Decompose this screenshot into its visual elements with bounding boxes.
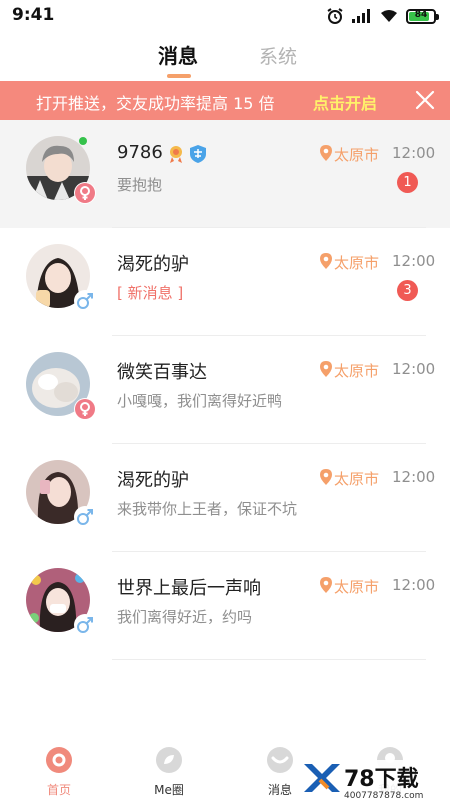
svg-text:78下载: 78下载 xyxy=(344,766,419,792)
push-banner: 打开推送，交友成功率提高 15 倍 点击开启 xyxy=(0,81,450,120)
wifi-icon xyxy=(380,9,398,23)
message-time: 12:00 xyxy=(392,360,436,378)
svg-text:4007787878.com: 4007787878.com xyxy=(344,791,423,800)
nav-home-label: 首页 xyxy=(46,783,71,797)
contact-name: 微笑百事达 xyxy=(117,362,207,383)
message-icon xyxy=(266,746,294,774)
location-pin-icon xyxy=(320,576,332,597)
location-text: 太原市 xyxy=(334,362,380,380)
status-bar: 9:41 84 xyxy=(0,0,450,32)
location-text: 太原市 xyxy=(334,470,380,488)
message-time: 12:00 xyxy=(392,144,436,162)
message-row[interactable]: 9786 要抱抱 太原市 12:00 1 xyxy=(0,120,450,228)
message-row[interactable]: 世界上最后一声响 我们离得好近，约吗 太原市 12:00 xyxy=(0,552,450,660)
banner-text: 打开推送，交友成功率提高 15 倍 xyxy=(36,94,275,113)
close-icon[interactable] xyxy=(414,89,436,111)
message-time: 12:00 xyxy=(392,468,436,486)
message-row[interactable]: 渴死的驴 来我带你上王者，保证不坑 太原市 12:00 xyxy=(0,444,450,552)
message-preview: [ 新消息 ] xyxy=(117,284,184,302)
location-pin-icon xyxy=(320,144,332,165)
female-icon xyxy=(74,182,96,204)
location: 太原市 xyxy=(320,360,379,381)
home-icon xyxy=(45,746,73,774)
location-pin-icon xyxy=(320,360,332,381)
tab-system[interactable]: 系统 xyxy=(259,42,297,69)
location: 太原市 xyxy=(320,468,379,489)
contact-name: 渴死的驴 xyxy=(117,470,189,491)
user-badges xyxy=(166,144,207,168)
location-pin-icon xyxy=(320,468,332,489)
alarm-icon xyxy=(326,7,344,25)
online-indicator xyxy=(79,137,87,145)
location: 太原市 xyxy=(320,252,379,273)
unread-badge: 1 xyxy=(397,172,418,193)
contact-name: 渴死的驴 xyxy=(117,254,189,275)
watermark-logo: 78下载 4007787878.com xyxy=(300,760,450,800)
verified-badge-icon xyxy=(189,144,207,168)
battery-cap xyxy=(436,13,439,20)
tab-bar: 消息 系统 xyxy=(0,40,450,80)
message-row[interactable]: 微笑百事达 小嘎嘎，我们离得好近鸭 太原市 12:00 xyxy=(0,336,450,444)
female-icon xyxy=(74,398,96,420)
status-time: 9:41 xyxy=(12,5,55,25)
message-list: 9786 要抱抱 太原市 12:00 1 渴死的驴 [新消息] 太原市 12… xyxy=(0,120,450,660)
row-divider xyxy=(112,659,426,660)
tab-active-indicator xyxy=(167,74,191,78)
nav-home[interactable]: 首页 xyxy=(29,746,89,798)
nav-me-circle[interactable]: Me圈 xyxy=(139,746,199,798)
message-preview: 小嘎嘎，我们离得好近鸭 xyxy=(117,392,283,410)
message-preview: 我们离得好近，约吗 xyxy=(117,608,253,626)
male-icon xyxy=(74,506,96,528)
location: 太原市 xyxy=(320,576,379,597)
contact-name: 世界上最后一声响 xyxy=(117,578,261,599)
message-time: 12:00 xyxy=(392,576,436,594)
tab-messages[interactable]: 消息 xyxy=(158,40,198,69)
location-text: 太原市 xyxy=(334,146,380,164)
location-text: 太原市 xyxy=(334,578,380,596)
signal-icon xyxy=(352,9,372,23)
message-preview: 来我带你上王者，保证不坑 xyxy=(117,500,298,518)
location-text: 太原市 xyxy=(334,254,380,272)
battery-icon: 84 xyxy=(406,8,439,24)
contact-name: 9786 xyxy=(117,142,163,163)
male-icon xyxy=(74,614,96,636)
status-icons: 84 xyxy=(326,7,439,25)
location-pin-icon xyxy=(320,252,332,273)
message-preview: 要抱抱 xyxy=(117,176,163,194)
me-circle-icon xyxy=(155,746,183,774)
location: 太原市 xyxy=(320,144,379,165)
nav-me-circle-label: Me圈 xyxy=(154,783,184,797)
message-row[interactable]: 渴死的驴 [ 新消息 ] 太原市 12:00 3 xyxy=(0,228,450,336)
male-icon xyxy=(74,290,96,312)
battery-level: 84 xyxy=(414,9,428,20)
vip-badge-icon xyxy=(166,144,186,168)
unread-badge: 3 xyxy=(397,280,418,301)
enable-push-button[interactable]: 点击开启 xyxy=(313,90,377,114)
message-time: 12:00 xyxy=(392,252,436,270)
